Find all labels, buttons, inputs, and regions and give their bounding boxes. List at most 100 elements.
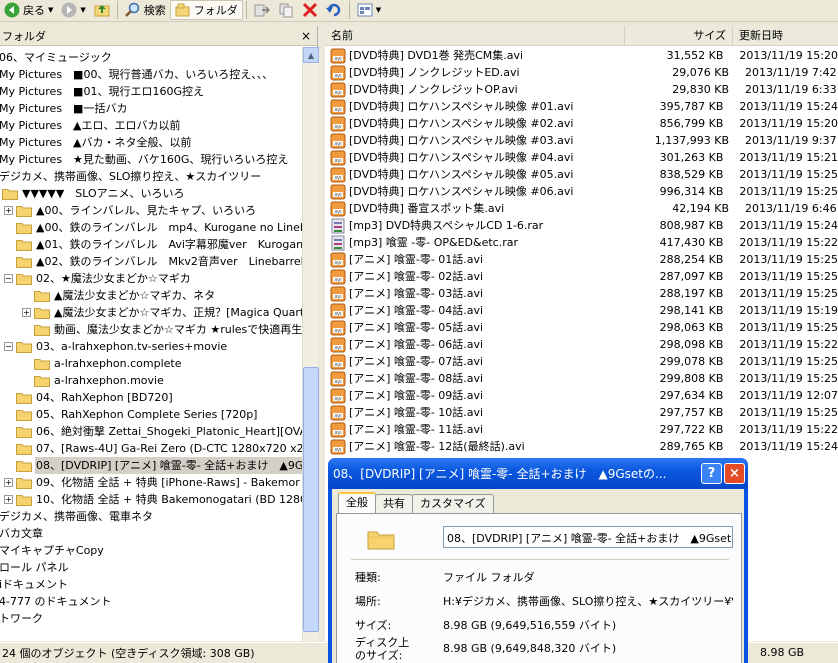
tree-item[interactable]: a-lrahxephon.movie [22,372,165,389]
tab-customize[interactable]: カスタマイズ [412,494,494,513]
file-row[interactable]: AVI [アニメ] 喰霊-零- 08話.avi 299,808 KB 2013/11/… [325,370,838,387]
column-header-modified[interactable]: 更新日時 [733,26,838,46]
tree-item-label: マイキャプチャCopy [0,544,104,557]
prop-value: ファイル フォルダ [443,571,535,584]
file-name-cell: AVI [DVD特典] ロケハンスペシャル映像 #01.avi [325,98,621,115]
tree-item[interactable]: ▲魔法少女まどか☆マギカ、ネタ [22,287,216,304]
tree-item[interactable]: ロール パネル [0,559,70,576]
file-name: [アニメ] 喰霊-零- 07話.avi [349,355,484,368]
collapse-icon[interactable]: − [4,342,13,351]
tree-item[interactable]: My Pictures ■一括バカ [0,100,128,117]
file-row[interactable]: AVI [DVD特典] 番宣スポット集.avi 42,194 KB 2013/11/1… [325,200,838,217]
tree-item[interactable]: ▲02、鉄のラインバレル Mkv2音声ver Linebarrels o [4,253,302,270]
tree-item[interactable]: + ▲魔法少女まどか☆マギカ、正規？[Magica Quarte [22,304,302,321]
tree-item[interactable]: 4-777 のドキュメント [0,593,112,610]
tree-item[interactable]: 動画、魔法少女まどか☆マギカ ★rulesで快適再生 [22,321,302,338]
file-name-cell: AVI [アニメ] 喰霊-零- 08話.avi [325,370,621,387]
tree-item[interactable]: トワーク [0,610,44,627]
tree-item[interactable]: +10、化物語 全話 + 特典 Bakemonogatari (BD 1280 [4,491,302,508]
tree-item[interactable]: +09、化物語 全話 + 特典 [iPhone-Raws] - Bakemor [4,474,301,491]
avi-file-icon: AVI [330,184,346,199]
tree-item[interactable]: バカ文章 [0,525,44,542]
tree-item[interactable]: ▼▼▼▼▼ SLOアニメ、いろいろ [2,185,185,202]
file-row[interactable]: [mp3] 喰霊 -零- OP&ED&etc.rar 417,430 KB 2013… [325,234,838,251]
tree-item[interactable]: iドキュメント [0,576,69,593]
search-button[interactable]: 検索 [121,0,170,20]
tree-item[interactable]: マイキャプチャCopy [0,542,105,559]
file-row[interactable]: AVI [DVD特典] ノンクレジットOP.avi 29,830 KB 2013/11… [325,81,838,98]
close-icon[interactable]: × [299,29,313,43]
file-name: [アニメ] 喰霊-零- 02話.avi [349,270,484,283]
file-row[interactable]: AVI [アニメ] 喰霊-零- 11話.avi 297,722 KB 2013/11/… [325,421,838,438]
status-object-count: 24 個のオブジェクト (空きディスク領域: 308 GB) [2,647,255,660]
scrollbar-thumb[interactable] [303,367,319,632]
tree-item[interactable]: ▲01、鉄のラインバレル Avi字幕邪魔ver Kurogane n [4,236,302,253]
tree-item[interactable]: My Pictures ▲バカ・ネタ全般、以前 [0,134,193,151]
file-row[interactable]: AVI [アニメ] 喰霊-零- 12話(最終話).avi 289,765 KB 201… [325,438,838,455]
views-button[interactable]: ▼ [353,0,385,20]
file-row[interactable]: AVI [DVD特典] DVD1巻 発売CM集.avi 31,552 KB 2013/… [325,47,838,64]
file-row[interactable]: AVI [アニメ] 喰霊-零- 03話.avi 288,197 KB 2013/11/… [325,285,838,302]
file-row[interactable]: AVI [アニメ] 喰霊-零- 05話.avi 298,063 KB 2013/11/… [325,319,838,336]
file-row[interactable]: [mp3] DVD特典スペシャルCD 1-6.rar 808,987 KB 2013… [325,217,838,234]
forward-button[interactable]: ▼ [57,0,89,20]
tree-item[interactable]: − 02、★魔法少女まどか☆マギカ [4,270,192,287]
copy-to-button[interactable] [274,0,298,20]
tree-item[interactable]: 07、[Raws-4U] Ga-Rei Zero (D-CTC 1280x720… [4,440,302,457]
help-button[interactable]: ? [701,463,722,484]
dialog-titlebar[interactable]: 08、[DVDRIP] [アニメ] 喰霊-零- 全話+おまけ ▲9Gsetの..… [328,458,748,489]
expand-icon[interactable]: + [22,308,31,317]
tree-item[interactable]: 08、[DVDRIP] [アニメ] 喰霊-零- 全話+おまけ ▲9G [4,457,302,474]
tree-item[interactable]: 04、RahXephon [BD720] [4,389,174,406]
tab-general[interactable]: 全般 [338,492,376,513]
file-row[interactable]: AVI [アニメ] 喰霊-零- 01話.avi 288,254 KB 2013/11/… [325,251,838,268]
folder-name-field[interactable]: 08、[DVDRIP] [アニメ] 喰霊-零- 全話+おまけ ▲9Gset [443,526,733,548]
move-to-button[interactable] [250,0,274,20]
close-button[interactable]: × [724,463,745,484]
up-folder-button[interactable] [90,0,114,20]
file-row[interactable]: AVI [アニメ] 喰霊-零- 09話.avi 297,634 KB 2013/11/… [325,387,838,404]
tree-item[interactable]: + ▲00、ラインバレル、見たキャプ、いろいろ [4,202,257,219]
tab-sharing[interactable]: 共有 [375,494,413,513]
folders-button[interactable]: フォルダ [169,0,243,20]
tree-item[interactable]: My Pictures ★見た動画、バケ160G、現行いろいろ控え [0,151,289,168]
folder-icon [16,256,32,268]
tree-item[interactable]: My Pictures ■00、現行普通バカ、いろいろ控え、、、 [0,66,274,83]
divider [351,559,729,560]
tree-item[interactable]: 05、RahXephon Complete Series [720p] [4,406,258,423]
file-row[interactable]: AVI [DVD特典] ロケハンスペシャル映像 #01.avi 395,787 KB… [325,98,838,115]
expand-icon[interactable]: + [4,478,13,487]
file-row[interactable]: AVI [アニメ] 喰霊-零- 04話.avi 298,141 KB 2013/11/… [325,302,838,319]
tree-item[interactable]: 06、マイミュージック [0,49,113,66]
tree-item[interactable]: a-lrahxephon.complete [22,355,182,372]
file-row[interactable]: AVI [DVD特典] ロケハンスペシャル映像 #06.avi 996,314 KB… [325,183,838,200]
scroll-up-arrow-icon[interactable]: ▲ [303,47,319,63]
file-row[interactable]: AVI [DVD特典] ロケハンスペシャル映像 #05.avi 838,529 KB… [325,166,838,183]
undo-button[interactable] [322,0,346,20]
tree-item[interactable]: デジカメ、携帯画像、SLO擦り控え、★スカイツリー [0,168,262,185]
expand-icon[interactable]: + [4,206,13,215]
tree-item[interactable]: デジカメ、携帯画像、電車ネタ [0,508,154,525]
avi-file-icon: AVI [330,133,346,148]
folder-tree-scrollbar[interactable]: ▲ [302,47,319,641]
column-header-name[interactable]: 名前 [325,26,625,46]
file-row[interactable]: AVI [アニメ] 喰霊-零- 02話.avi 287,097 KB 2013/11/… [325,268,838,285]
collapse-icon[interactable]: − [4,274,13,283]
column-header-size[interactable]: サイズ [625,26,733,46]
file-row[interactable]: AVI [DVD特典] ロケハンスペシャル映像 #02.avi 856,799 KB… [325,115,838,132]
expand-icon[interactable]: + [4,495,13,504]
tree-item[interactable]: ▲00、鉄のラインバレル mp4、Kurogane no Linebarre [4,219,302,236]
tree-item[interactable]: 06、絶対衝撃 Zettai_Shogeki_Platonic_Heart][O… [4,423,302,440]
tree-item[interactable]: My Pictures ▲エロ、エロバカ以前 [0,117,182,134]
file-row[interactable]: AVI [DVD特典] ロケハンスペシャル映像 #03.avi 1,137,993 … [325,132,838,149]
file-row[interactable]: AVI [アニメ] 喰霊-零- 07話.avi 299,078 KB 2013/11/… [325,353,838,370]
delete-button[interactable] [298,0,322,20]
tree-item[interactable]: − 03、a-lrahxephon.tv-series+movie [4,338,228,355]
file-row[interactable]: AVI [アニメ] 喰霊-零- 06話.avi 298,098 KB 2013/11/… [325,336,838,353]
tree-item[interactable]: My Pictures ■01、現行エロ160G控え [0,83,205,100]
file-row[interactable]: AVI [DVD特典] ノンクレジットED.avi 29,076 KB 2013/11… [325,64,838,81]
back-button[interactable]: 戻る ▼ [0,0,57,20]
file-row[interactable]: AVI [アニメ] 喰霊-零- 10話.avi 297,757 KB 2013/11/… [325,404,838,421]
file-name: [DVD特典] ロケハンスペシャル映像 #06.avi [349,185,574,198]
file-row[interactable]: AVI [DVD特典] ロケハンスペシャル映像 #04.avi 301,263 KB… [325,149,838,166]
